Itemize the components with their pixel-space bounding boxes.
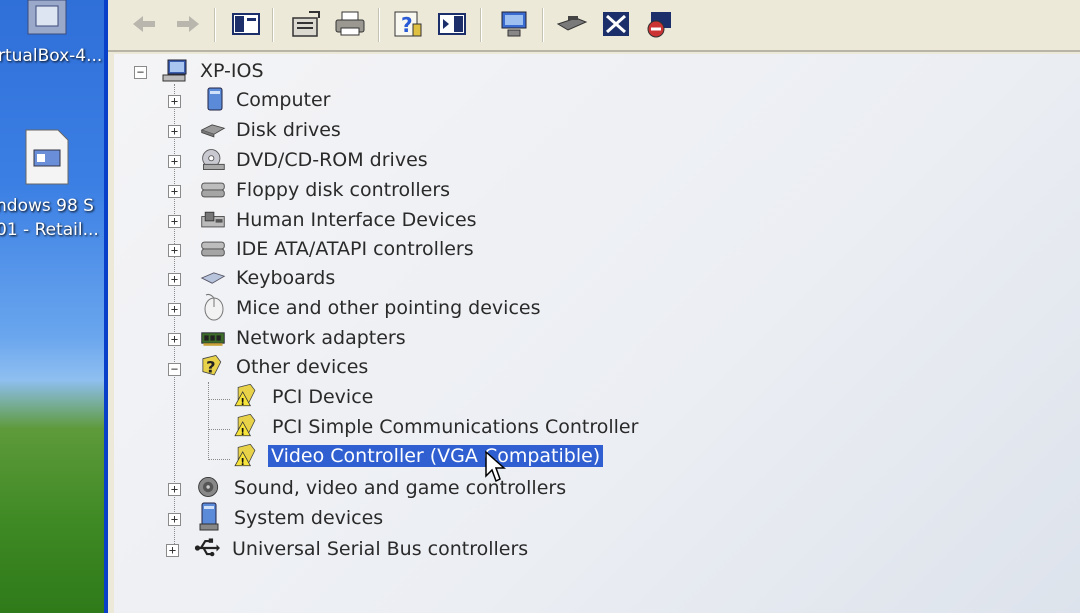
tree-item-ide-ata-atapi-controllers[interactable]: IDE ATA/ATAPI controllers <box>236 238 474 260</box>
update-driver-button[interactable] <box>556 8 588 40</box>
hid-icon <box>200 207 226 233</box>
toolbar-separator <box>378 8 380 42</box>
cd-rom-icon <box>200 147 226 173</box>
desktop-background: rtualBox-4... ndows 98 S 01 - Retail... <box>0 0 112 613</box>
tree-item-computer[interactable]: Computer <box>236 89 330 111</box>
tree-item-floppy-disk-controllers[interactable]: Floppy disk controllers <box>236 179 450 201</box>
tree-connector-line <box>208 459 230 460</box>
svg-text:?: ? <box>206 358 215 377</box>
expand-toggle[interactable]: + <box>168 513 181 526</box>
collapse-root-toggle[interactable]: − <box>134 66 147 79</box>
expand-toggle[interactable]: + <box>168 303 181 316</box>
tree-item-video-controller-selected[interactable]: Video Controller (VGA Compatible) <box>268 445 604 467</box>
action-pane-icon <box>438 13 466 35</box>
device-manager-window: ? − XP-IOS + Computer + Disk drives + DV… <box>104 0 1080 613</box>
tree-item-keyboards[interactable]: Keyboards <box>236 267 335 289</box>
usb-icon <box>194 535 220 561</box>
svg-text:?: ? <box>401 13 413 37</box>
keyboard-icon <box>200 265 226 291</box>
collapse-toggle[interactable]: − <box>168 363 181 376</box>
tree-connector-line <box>208 399 230 400</box>
floppy-controller-icon <box>200 177 226 203</box>
toolbar-separator <box>272 8 274 42</box>
show-hide-console-tree-button[interactable] <box>230 8 262 40</box>
back-button[interactable] <box>128 8 160 40</box>
virtualbox-desktop-icon[interactable] <box>22 0 72 38</box>
tree-item-mice-and-other-pointing-devices[interactable]: Mice and other pointing devices <box>236 297 540 319</box>
help-button[interactable]: ? <box>392 8 424 40</box>
system-device-icon <box>196 502 222 531</box>
computer-icon <box>202 87 228 113</box>
forward-arrow-icon <box>177 16 199 32</box>
uninstall-button[interactable] <box>600 8 632 40</box>
action-pane-button[interactable] <box>436 8 468 40</box>
computer-root-icon <box>162 58 188 84</box>
virtualbox-icon-label: rtualBox-4... <box>0 46 103 66</box>
disable-device-icon <box>647 12 671 38</box>
scan-hardware-button[interactable] <box>498 8 530 40</box>
windows98-icon-label-line2: 01 - Retail... <box>0 220 99 240</box>
tree-root-label[interactable]: XP-IOS <box>200 60 264 82</box>
expand-toggle[interactable]: + <box>168 185 181 198</box>
expand-toggle[interactable]: + <box>168 125 181 138</box>
unknown-device-icon: ? <box>198 353 224 379</box>
expand-toggle[interactable]: + <box>168 244 181 257</box>
tree-item-pci-simple-communications-controller[interactable]: PCI Simple Communications Controller <box>272 416 638 438</box>
disable-device-button[interactable] <box>644 8 676 40</box>
device-tree[interactable]: − XP-IOS + Computer + Disk drives + DVD/… <box>114 54 1080 613</box>
svg-text:!: ! <box>240 457 245 468</box>
toolbar-separator <box>214 8 216 42</box>
update-driver-icon <box>556 16 588 31</box>
sound-icon <box>196 474 222 500</box>
ide-controller-icon <box>200 236 226 262</box>
expand-toggle[interactable]: + <box>166 544 179 557</box>
console-tree-icon <box>232 13 260 35</box>
disk-drive-icon <box>200 117 226 143</box>
expand-toggle[interactable]: + <box>168 155 181 168</box>
expand-toggle[interactable]: + <box>168 215 181 228</box>
tree-item-network-adapters[interactable]: Network adapters <box>236 327 406 349</box>
mouse-icon <box>200 293 226 321</box>
back-arrow-icon <box>133 16 155 32</box>
forward-button[interactable] <box>172 8 204 40</box>
toolbar-separator <box>480 8 482 42</box>
windows98-icon-label-line1: ndows 98 S <box>0 196 94 216</box>
tree-item-dvd-cd-rom-drives[interactable]: DVD/CD-ROM drives <box>236 149 428 171</box>
properties-icon <box>292 11 320 37</box>
warning-device-icon: ! <box>232 442 258 468</box>
tree-item-sound-video-game-controllers[interactable]: Sound, video and game controllers <box>234 477 566 499</box>
network-adapter-icon <box>200 325 226 351</box>
warning-device-icon: ! <box>232 382 258 408</box>
expand-toggle[interactable]: + <box>168 95 181 108</box>
tree-connector-line <box>208 382 209 460</box>
setup-file-desktop-icon[interactable] <box>22 128 72 186</box>
warning-device-icon: ! <box>232 412 258 438</box>
tree-item-usb-controllers[interactable]: Universal Serial Bus controllers <box>232 538 528 560</box>
tree-item-system-devices[interactable]: System devices <box>234 507 383 529</box>
svg-text:!: ! <box>240 427 245 438</box>
uninstall-icon <box>603 12 629 36</box>
printer-icon <box>335 11 365 36</box>
tree-item-human-interface-devices[interactable]: Human Interface Devices <box>236 209 477 231</box>
expand-toggle[interactable]: + <box>168 483 181 496</box>
properties-button[interactable] <box>290 8 322 40</box>
tree-item-disk-drives[interactable]: Disk drives <box>236 119 341 141</box>
expand-toggle[interactable]: + <box>168 333 181 346</box>
toolbar: ? <box>108 0 1080 52</box>
toolbar-separator <box>542 8 544 42</box>
tree-item-other-devices[interactable]: Other devices <box>236 356 368 378</box>
print-button[interactable] <box>334 8 366 40</box>
help-icon: ? <box>394 11 422 37</box>
scan-hardware-icon <box>501 11 527 37</box>
expand-toggle[interactable]: + <box>168 273 181 286</box>
tree-item-pci-device[interactable]: PCI Device <box>272 386 373 408</box>
tree-connector-line <box>208 429 230 430</box>
svg-text:!: ! <box>240 397 245 408</box>
